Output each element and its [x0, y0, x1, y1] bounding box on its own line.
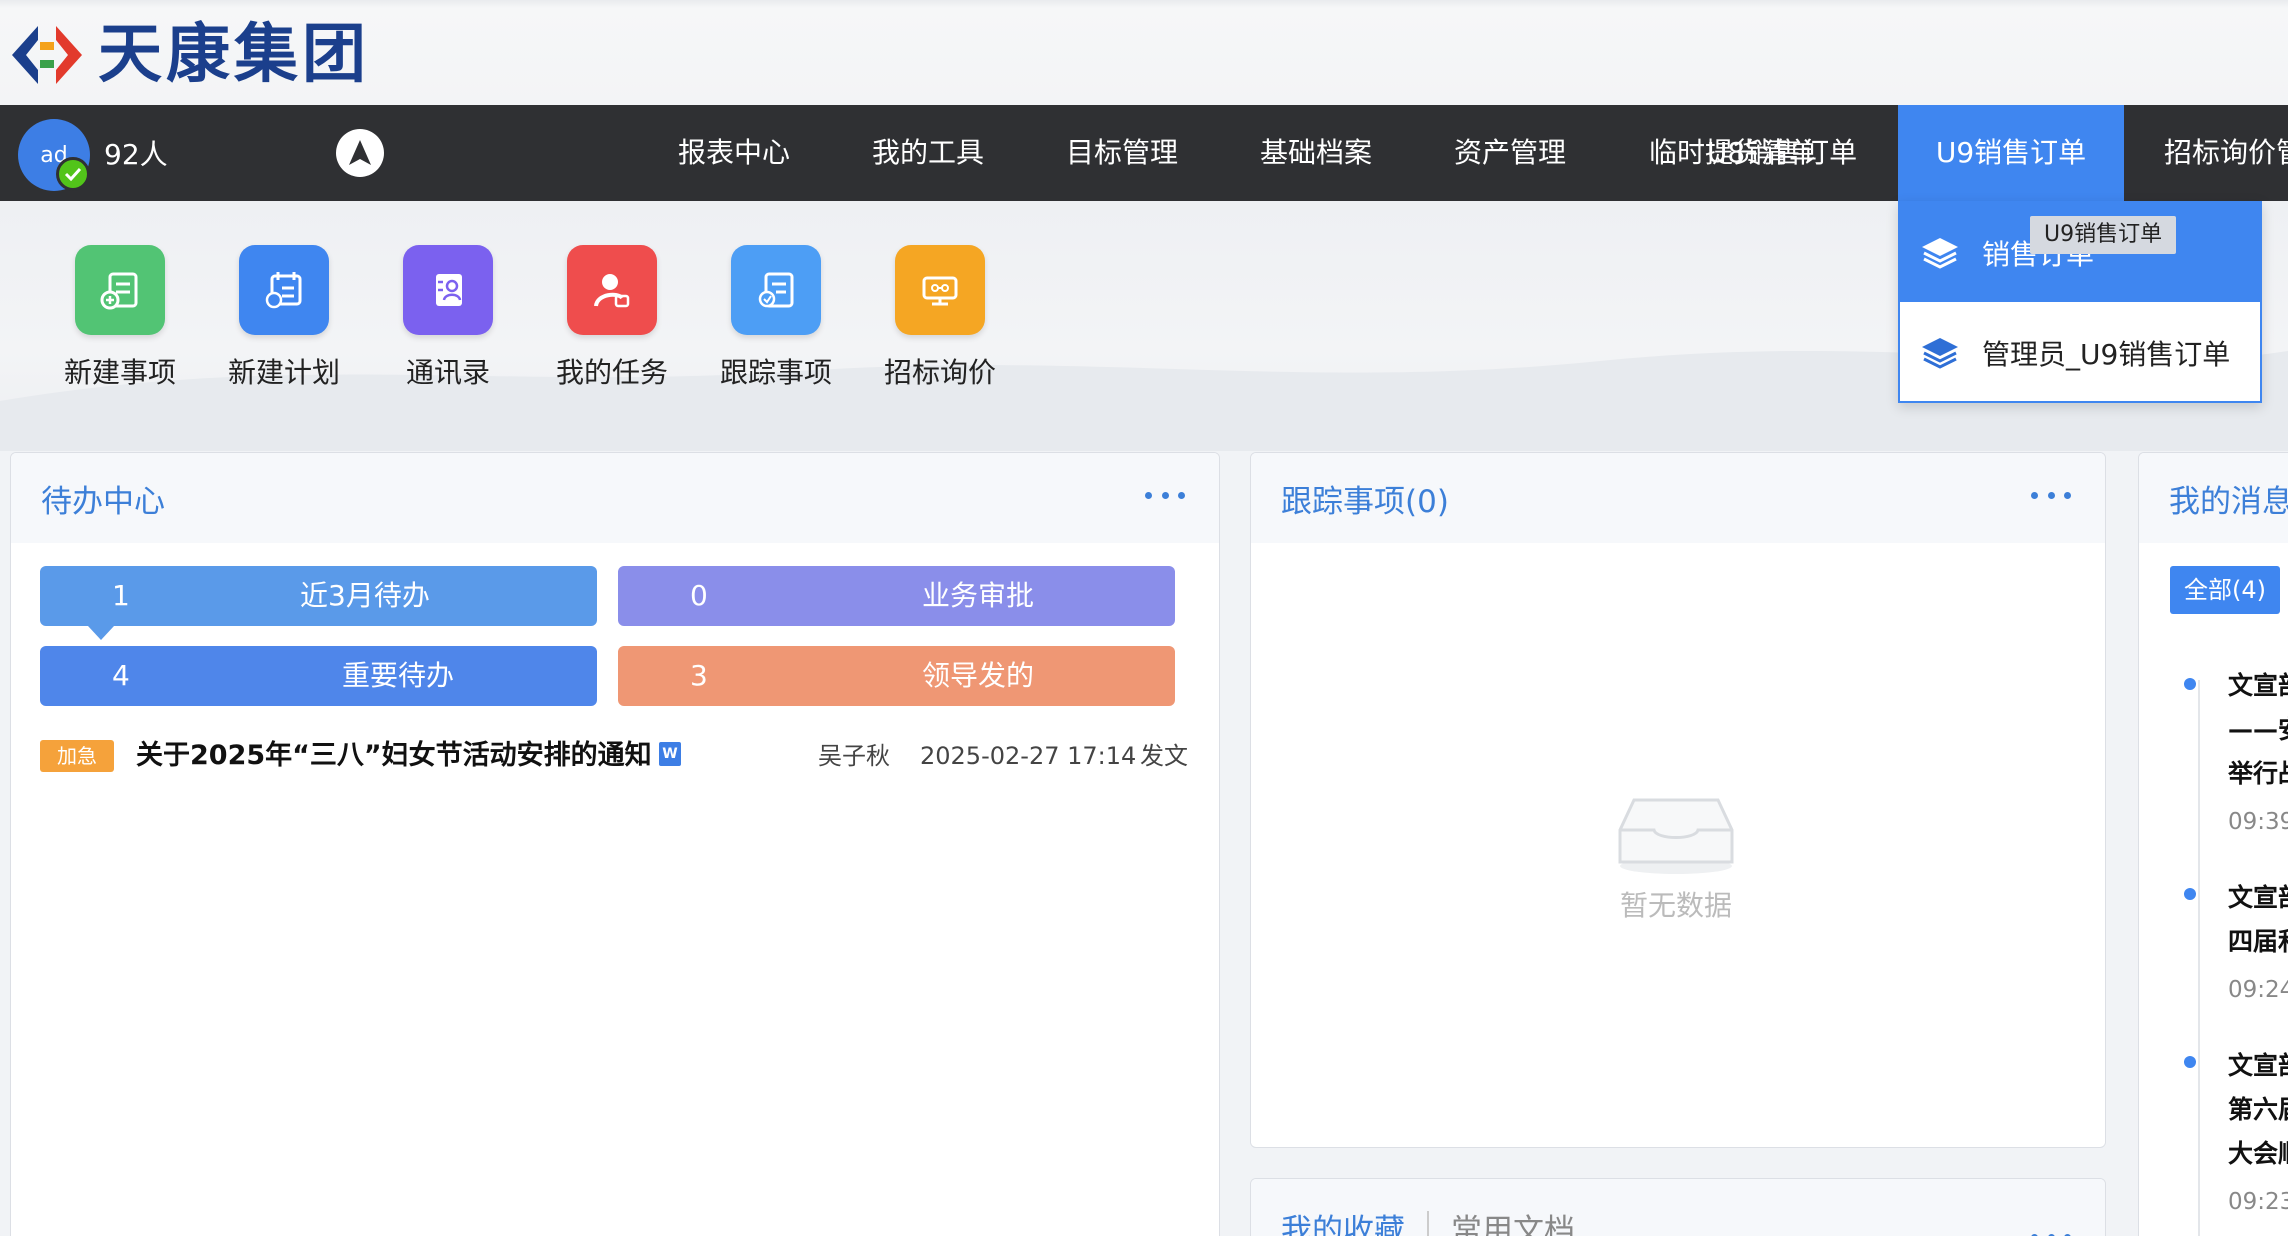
quick-bidding-inquiry-label: 招标询价 — [883, 356, 996, 389]
message-line[interactable]: 大会顺 — [2228, 1136, 2288, 1172]
quick-tracking-items[interactable]: 跟踪事项 — [696, 245, 856, 391]
todo-time: 2025-02-27 17:14 — [920, 742, 1137, 770]
tab-my-favorites[interactable]: 我的收藏 — [1281, 1205, 1405, 1236]
quick-new-item[interactable]: 新建事项 — [40, 245, 200, 391]
quick-new-plan[interactable]: 新建计划 — [204, 245, 364, 391]
logo-mark-icon — [8, 22, 86, 88]
tile-important[interactable]: 4 重要待办 — [40, 646, 597, 706]
empty-inbox-icon — [1610, 790, 1742, 874]
tile-count: 3 — [690, 659, 708, 692]
message-line[interactable]: ——安 — [2228, 712, 2288, 748]
tile-label: 重要待办 — [342, 659, 455, 692]
more-icon[interactable] — [2031, 483, 2071, 507]
message-line[interactable]: 举行战 — [2228, 756, 2288, 792]
main-navbar: ad 92人 报表中心 我的工具 目标管理 基础档案 资产管理 临时提货清单 U… — [0, 105, 2288, 201]
online-count[interactable]: 92人 — [104, 135, 168, 175]
empty-state-text: 暂无数据 — [1620, 889, 1733, 922]
layers-icon — [1922, 337, 1958, 369]
tracking-items-icon — [731, 245, 821, 335]
tile-count: 0 — [690, 579, 708, 612]
messages-panel-title: 我的消息 — [2169, 483, 2288, 520]
tracking-panel-title: 跟踪事项(0) — [1281, 483, 1449, 520]
layers-icon — [1922, 237, 1958, 269]
tile-business-approval[interactable]: 0 业务审批 — [618, 566, 1175, 626]
todo-type: 发文 — [1140, 742, 1188, 770]
my-tasks-icon — [567, 245, 657, 335]
dropdown-item-label: 管理员_U9销售订单 — [1982, 337, 2231, 371]
address-book-icon — [403, 245, 493, 335]
timeline-dot — [2184, 888, 2196, 900]
tab-common-documents[interactable]: 常用文档 — [1451, 1205, 1575, 1236]
tooltip: U9销售订单 — [2030, 216, 2177, 254]
quick-new-plan-label: 新建计划 — [227, 356, 340, 389]
message-time: 09:24 — [2228, 977, 2288, 1003]
todo-panel-header: 待办中心 — [11, 453, 1219, 543]
nav-item-basic-archives[interactable]: 基础档案 — [1226, 105, 1406, 201]
todo-panel-title: 待办中心 — [41, 483, 165, 520]
dropdown-item-admin-u9-sales-order[interactable]: 管理员_U9销售订单 — [1900, 303, 2260, 402]
tile-count: 4 — [112, 659, 130, 692]
quick-my-tasks[interactable]: 我的任务 — [532, 245, 692, 391]
tracking-panel-header: 跟踪事项(0) — [1251, 453, 2105, 543]
tile-label: 领导发的 — [922, 659, 1035, 692]
timeline-line — [2198, 680, 2200, 1236]
message-line[interactable]: 文宣部 — [2228, 880, 2288, 916]
quick-bidding-inquiry[interactable]: 招标询价 — [860, 245, 1020, 391]
message-line[interactable]: 文宣部 — [2228, 1048, 2288, 1084]
nav-item-bidding-inquiry[interactable]: 招标询价管 — [2124, 105, 2288, 201]
tile-recent-3-months[interactable]: 1 近3月待办 — [40, 566, 597, 626]
timeline-dot — [2184, 1056, 2196, 1068]
online-check-icon — [56, 157, 90, 191]
bidding-inquiry-icon — [895, 245, 985, 335]
new-item-icon — [75, 245, 165, 335]
new-plan-icon — [239, 245, 329, 335]
favorites-panel-header: 我的收藏 常用文档 — [1251, 1179, 2105, 1236]
favorites-panel: 我的收藏 常用文档 — [1250, 1178, 2106, 1236]
list-item[interactable]: 加急 关于2025年“三八”妇女节活动安排的通知 W 吴子秋 2025-02-2… — [40, 736, 1190, 776]
nav-item-my-tools[interactable]: 我的工具 — [838, 105, 1018, 201]
nav-item-u9-sales-order[interactable]: U9销售订单 — [1898, 105, 2124, 201]
todo-title[interactable]: 关于2025年“三八”妇女节活动安排的通知 — [136, 736, 652, 776]
quick-address-book[interactable]: 通讯录 — [368, 245, 528, 391]
timeline-dot — [2184, 678, 2196, 690]
tile-label: 业务审批 — [922, 579, 1035, 612]
nav-item-asset-management[interactable]: 资产管理 — [1420, 105, 1600, 201]
tile-from-leaders[interactable]: 3 领导发的 — [618, 646, 1175, 706]
quick-address-book-label: 通讯录 — [405, 356, 490, 389]
message-line[interactable]: 文宣部 — [2228, 668, 2288, 704]
navigation-arrow-icon[interactable] — [336, 129, 384, 177]
message-time: 09:39 — [2228, 809, 2288, 835]
company-name: 天康集团 — [98, 18, 370, 92]
quick-tracking-items-label: 跟踪事项 — [719, 356, 832, 389]
tile-count: 1 — [112, 579, 130, 612]
nav-item-target-management[interactable]: 目标管理 — [1032, 105, 1212, 201]
quick-new-item-label: 新建事项 — [63, 356, 176, 389]
company-logo[interactable]: 天康集团 — [8, 20, 370, 90]
nav-item-u8-sales-order[interactable]: U8销售订单 — [1682, 105, 1882, 201]
quick-my-tasks-label: 我的任务 — [555, 356, 668, 389]
tile-label: 近3月待办 — [300, 579, 430, 612]
tab-all-messages[interactable]: 全部(4) — [2170, 566, 2280, 614]
todo-sender: 吴子秋 — [818, 742, 890, 770]
urgent-badge: 加急 — [40, 740, 114, 772]
tab-divider — [1427, 1211, 1429, 1236]
more-icon[interactable] — [1145, 483, 1185, 507]
active-tile-pointer — [88, 626, 114, 640]
more-icon[interactable] — [2031, 1225, 2071, 1236]
message-time: 09:23 — [2228, 1189, 2288, 1215]
message-line[interactable]: 四届和 — [2228, 924, 2288, 960]
header-bar: 天康集团 — [0, 0, 2288, 105]
nav-item-report-center[interactable]: 报表中心 — [644, 105, 824, 201]
messages-panel-header: 我的消息 — [2139, 453, 2288, 543]
word-document-icon: W — [659, 742, 681, 766]
message-line[interactable]: 第六届 — [2228, 1092, 2288, 1128]
